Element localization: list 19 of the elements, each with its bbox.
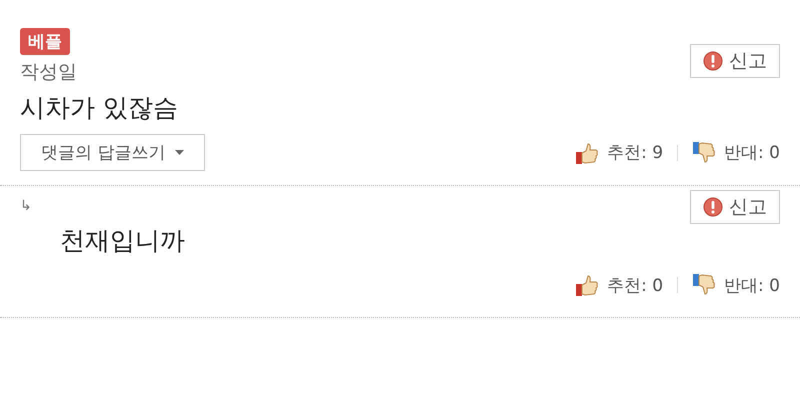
upvote-count: 추천: 0 — [607, 274, 664, 296]
comment-text: 시차가 있잖슴 — [20, 92, 179, 124]
thumbs-down-icon — [692, 140, 716, 164]
upvote-count: 추천: 9 — [607, 142, 664, 164]
report-button[interactable]: 신고 — [690, 190, 780, 224]
downvote-count: 반대: 0 — [724, 274, 780, 296]
warning-icon — [703, 197, 723, 217]
caret-icon — [175, 150, 184, 155]
downvote-count: 반대: 0 — [724, 142, 780, 164]
reply-arrow: ↳ — [20, 198, 32, 214]
report-button[interactable]: 신고 — [690, 44, 780, 78]
thumbs-up-icon — [575, 140, 600, 164]
comment-text: 천재입니까 — [59, 225, 186, 257]
warning-icon — [703, 51, 723, 71]
date-label: 작성일 — [20, 60, 77, 85]
best-badge: 베플 — [20, 28, 70, 55]
thumbs-down-icon — [692, 273, 716, 297]
reply-dropdown[interactable]: 댓글의 답글쓰기 — [20, 134, 206, 171]
thumbs-up-icon — [575, 273, 600, 297]
